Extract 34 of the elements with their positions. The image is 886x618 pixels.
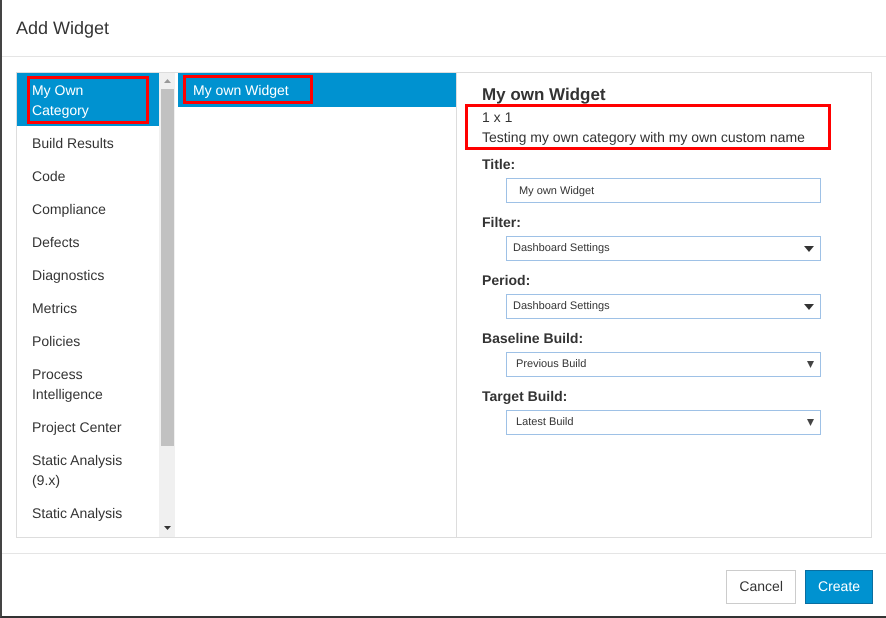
caret-icon bbox=[807, 361, 814, 368]
build-dropdown[interactable]: Previous Build bbox=[506, 352, 821, 377]
category-item[interactable]: Static Analysis (9.x) bbox=[17, 443, 159, 496]
category-item[interactable]: Compliance bbox=[17, 192, 159, 225]
filter-dropdown[interactable]: Dashboard Settings bbox=[506, 294, 821, 319]
widget-size: 1 x 1 bbox=[482, 108, 514, 126]
category-item[interactable]: Code bbox=[17, 159, 159, 192]
field-label: Baseline Build: bbox=[482, 329, 584, 348]
scroll-down-icon bbox=[164, 526, 170, 530]
scroll-up-icon bbox=[164, 79, 170, 83]
category-item[interactable]: Process Intelligence bbox=[17, 357, 159, 410]
dialog-title: Add Widget bbox=[16, 16, 110, 40]
filter-dropdown[interactable]: Dashboard Settings bbox=[506, 236, 821, 261]
category-item[interactable]: Static Analysis bbox=[17, 496, 159, 529]
category-item[interactable]: Metrics bbox=[17, 291, 159, 324]
caret-icon bbox=[804, 246, 814, 252]
title-field[interactable]: My own Widget bbox=[506, 178, 821, 203]
scrollbar-thumb[interactable] bbox=[160, 89, 174, 446]
category-item[interactable]: Diagnostics bbox=[17, 258, 159, 291]
scrollbar[interactable] bbox=[159, 73, 175, 537]
caret-icon bbox=[804, 304, 814, 310]
field-label: Period: bbox=[482, 271, 532, 290]
field-label: Title: bbox=[482, 155, 516, 174]
cancel-button[interactable]: Cancel bbox=[726, 570, 796, 604]
field-label: Target Build: bbox=[482, 387, 568, 406]
category-item[interactable]: Project Center bbox=[17, 410, 159, 443]
category-item[interactable]: Policies bbox=[17, 324, 159, 357]
caret-icon bbox=[807, 419, 814, 426]
field-label: Filter: bbox=[482, 213, 522, 232]
category-item[interactable]: Build Results bbox=[17, 126, 159, 159]
widget-name: My own Widget bbox=[482, 85, 607, 105]
build-dropdown[interactable]: Latest Build bbox=[506, 410, 821, 435]
category-item[interactable]: Defects bbox=[17, 225, 159, 258]
widget-description: Testing my own category with my own custom name bbox=[482, 128, 806, 147]
